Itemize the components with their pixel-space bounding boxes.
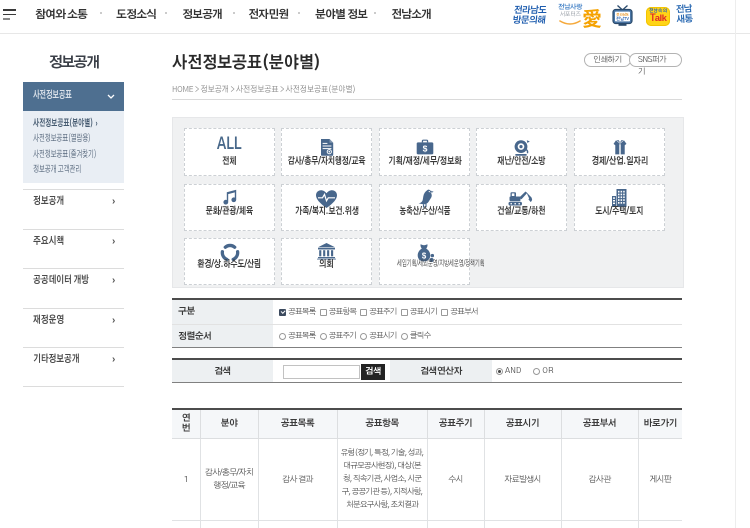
svg-text:전라남도: 전라남도 xyxy=(616,13,629,17)
svg-text:전남TV: 전남TV xyxy=(615,16,629,21)
svg-text:$: $ xyxy=(422,144,427,154)
